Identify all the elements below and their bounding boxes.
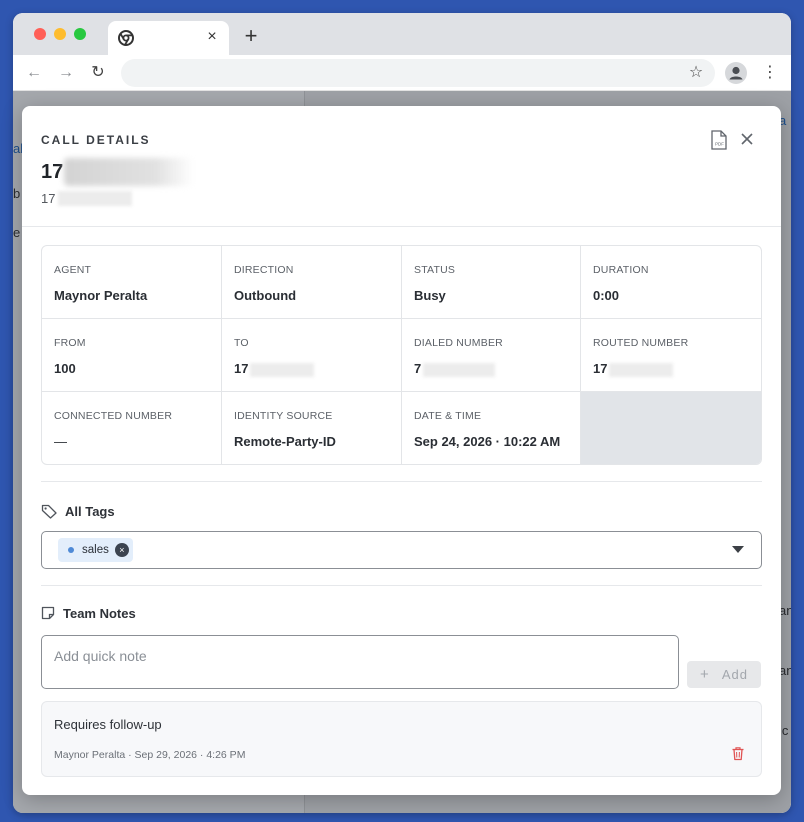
detail-from: FROM 100 (42, 319, 222, 392)
detail-value: Busy (414, 288, 446, 303)
close-icon[interactable] (738, 130, 756, 148)
profile-avatar[interactable] (725, 62, 747, 84)
detail-value-wrap: 17 (593, 361, 761, 377)
detail-value: Sep 24, 2026 · 10:22 AM (414, 434, 561, 449)
trash-icon[interactable] (731, 746, 745, 761)
tab-close-icon[interactable]: × (203, 27, 221, 47)
note-text: Requires follow-up (54, 717, 162, 732)
note-item: Requires follow-up Maynor Peralta · Sep … (41, 701, 762, 777)
background-text: b (13, 186, 21, 201)
reload-button[interactable]: ↻ (89, 64, 107, 82)
call-details-grid: AGENT Maynor Peralta DIRECTION Outbound … (41, 245, 762, 465)
close-window-button[interactable] (34, 28, 46, 40)
detail-label: FROM (54, 337, 86, 349)
detail-label: DATE & TIME (414, 410, 482, 422)
detail-value: Outbound (234, 288, 297, 303)
section-divider (41, 481, 762, 482)
caller-number: 17 (41, 191, 56, 206)
browser-tab[interactable]: × (108, 21, 229, 55)
redacted-value-blur (250, 362, 315, 377)
detail-to: TO 17 (222, 319, 402, 392)
detail-connected-number: CONNECTED NUMBER — (42, 392, 222, 464)
background-text: e (13, 225, 21, 240)
detail-dialed-number: DIALED NUMBER 7 (402, 319, 581, 392)
call-details-modal: CALL DETAILS PDF 17 17 AGENT Maynor Pera… (22, 106, 781, 795)
detail-value: 100 (54, 361, 76, 376)
tags-header: All Tags (41, 502, 115, 520)
detail-label: STATUS (414, 264, 456, 276)
chevron-down-icon[interactable] (732, 546, 744, 553)
chrome-icon (118, 30, 134, 46)
detail-label: DIRECTION (234, 264, 294, 276)
tag-chip-label: sales (82, 544, 109, 556)
plus-icon: + (700, 666, 710, 683)
pdf-icon[interactable]: PDF (710, 130, 728, 150)
redacted-number-blur (58, 191, 132, 206)
detail-duration: DURATION 0:00 (581, 246, 761, 319)
add-note-label: Add (721, 667, 748, 682)
add-note-button[interactable]: + Add (687, 661, 761, 688)
detail-value: 17 (234, 361, 249, 376)
remove-tag-icon[interactable]: × (114, 543, 129, 557)
svg-text:PDF: PDF (715, 141, 724, 146)
tab-bar: × + (13, 13, 791, 55)
detail-value: 0:00 (593, 288, 620, 303)
browser-menu-icon[interactable]: ⋮ (761, 64, 779, 82)
detail-label: AGENT (54, 264, 92, 276)
redacted-value-blur (609, 362, 674, 377)
note-icon (41, 606, 55, 620)
detail-label: ROUTED NUMBER (593, 337, 689, 349)
back-button[interactable]: ← (25, 64, 43, 82)
tags-select[interactable]: sales × (41, 531, 762, 569)
detail-status: STATUS Busy (402, 246, 581, 319)
detail-value-wrap: 7 (414, 361, 580, 377)
tag-chip: sales × (58, 538, 133, 562)
detail-label: CONNECTED NUMBER (54, 410, 173, 422)
detail-empty-cell (581, 392, 761, 464)
note-meta: Maynor Peralta · Sep 29, 2026 · 4:26 PM (54, 749, 246, 761)
detail-direction: DIRECTION Outbound (222, 246, 402, 319)
forward-button[interactable]: → (57, 64, 75, 82)
notes-header: Team Notes (41, 604, 136, 622)
quick-note-input[interactable] (41, 635, 679, 689)
caller-name: 17 (41, 161, 64, 183)
browser-toolbar: ← → ↻ ☆ ⋮ (13, 55, 791, 91)
notes-title: Team Notes (63, 605, 136, 621)
detail-value: — (54, 434, 67, 449)
tags-title: All Tags (65, 503, 115, 519)
detail-value-wrap: 17 (234, 361, 401, 377)
section-divider (41, 585, 762, 586)
tag-icon (41, 504, 57, 519)
address-bar[interactable]: ☆ (121, 59, 715, 87)
tag-dot (68, 547, 74, 553)
detail-label: TO (234, 337, 249, 349)
person-icon (729, 66, 743, 80)
modal-title: CALL DETAILS (41, 133, 151, 147)
new-tab-button[interactable]: + (241, 25, 261, 47)
detail-routed-number: ROUTED NUMBER 17 (581, 319, 761, 392)
detail-identity-source: IDENTITY SOURCE Remote-Party-ID (222, 392, 402, 464)
detail-value: 7 (414, 361, 422, 376)
maximize-window-button[interactable] (74, 28, 86, 40)
detail-agent: AGENT Maynor Peralta (42, 246, 222, 319)
detail-value: 17 (593, 361, 608, 376)
detail-value: Maynor Peralta (54, 288, 148, 303)
redacted-value-blur (423, 362, 496, 377)
detail-label: DURATION (593, 264, 649, 276)
detail-date-time: DATE & TIME Sep 24, 2026 · 10:22 AM (402, 392, 581, 464)
detail-value: Remote-Party-ID (234, 434, 336, 449)
redacted-name-blur (64, 158, 194, 186)
bookmark-star-icon[interactable]: ☆ (687, 64, 705, 82)
header-divider (22, 226, 781, 227)
minimize-window-button[interactable] (54, 28, 66, 40)
detail-label: IDENTITY SOURCE (234, 410, 333, 422)
detail-label: DIALED NUMBER (414, 337, 503, 349)
